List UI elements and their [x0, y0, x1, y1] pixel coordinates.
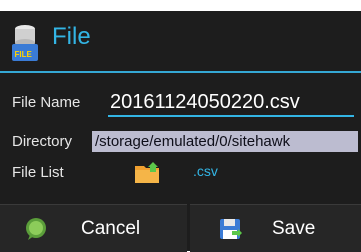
file-dialog: FILE File File Name Directory /storage/e…	[0, 11, 361, 252]
cancel-button-label: Cancel	[81, 218, 141, 239]
file-list-label: File List	[12, 164, 64, 181]
folder-icon[interactable]	[134, 160, 160, 184]
dialog-button-bar: Cancel Save	[0, 204, 361, 252]
svg-text:FILE: FILE	[15, 50, 33, 59]
dialog-title: File	[52, 23, 91, 50]
speech-bubble-icon	[26, 218, 46, 240]
floppy-disk-icon	[220, 219, 242, 239]
save-button[interactable]: Save	[190, 204, 361, 252]
cancel-button[interactable]: Cancel	[0, 204, 187, 252]
save-button-label: Save	[272, 218, 316, 239]
directory-field[interactable]: /storage/emulated/0/sitehawk	[92, 131, 358, 152]
directory-label: Directory	[12, 133, 73, 150]
file-stack-icon: FILE	[12, 25, 38, 61]
dialog-title-bar: FILE File	[0, 11, 361, 73]
file-name-label: File Name	[12, 94, 81, 111]
clipped-header-text	[0, 0, 361, 11]
file-filter-extension: .csv	[193, 163, 218, 179]
file-name-input[interactable]	[108, 89, 354, 117]
